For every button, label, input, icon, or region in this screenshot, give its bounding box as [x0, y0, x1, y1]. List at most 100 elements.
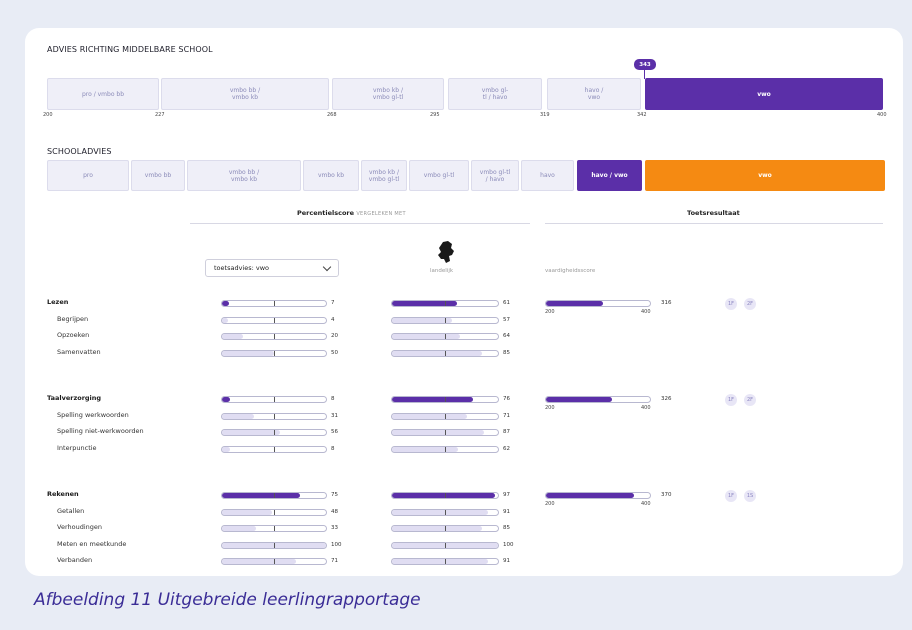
subskill-value-toetsadvies: 8 [331, 445, 335, 452]
netherlands-map-icon [438, 241, 454, 263]
median-marker [445, 301, 446, 306]
school-advice-segment: havo [521, 160, 574, 191]
percentile-fill [222, 559, 296, 564]
median-marker [274, 317, 275, 323]
percentile-fill [222, 350, 274, 356]
group-value-toetsadvies: 75 [331, 492, 338, 498]
percentile-header-title: Percentielscore [297, 209, 355, 217]
percentile-fill [222, 397, 231, 402]
skill-score-bar [545, 492, 651, 499]
subskill-value-toetsadvies: 56 [331, 429, 338, 435]
advice-segment: vmbo bb / vmbo kb [161, 78, 329, 110]
percentile-fill [222, 493, 300, 498]
group-bar-toetsadvies [221, 492, 327, 499]
subskill-bar-landelijk [391, 558, 499, 565]
median-marker [274, 413, 275, 419]
subskill-value-landelijk: 100 [503, 541, 514, 548]
comparison-dropdown[interactable]: toetsadvies: vwo [205, 259, 339, 277]
group-bar-landelijk [391, 396, 499, 403]
subskill-value-landelijk: 85 [503, 349, 510, 356]
level-badge: 1F [725, 394, 737, 406]
chevron-down-icon [322, 262, 332, 271]
level-badge: 2F [744, 298, 756, 310]
percentile-fill [392, 559, 489, 564]
percentile-fill [392, 509, 489, 515]
advice-segment: vwo [645, 78, 883, 110]
scale-tick-label: 268 [327, 112, 337, 118]
group-value-toetsadvies: 8 [331, 396, 335, 402]
median-marker [445, 559, 446, 564]
subskill-value-landelijk: 62 [503, 445, 510, 452]
subskill-value-landelijk: 57 [503, 316, 510, 323]
group-bar-landelijk [391, 300, 499, 307]
median-marker [445, 493, 446, 498]
school-advice-segment: vmbo bb [131, 160, 185, 191]
subskill-bar-toetsadvies [221, 412, 327, 420]
skill-score-fill [546, 397, 612, 402]
percentile-fill [222, 301, 230, 306]
percentile-fill [392, 493, 495, 498]
school-advice-segment: vmbo gl-tl / havo [471, 160, 519, 191]
subskill-label: Opzoeken [57, 331, 90, 339]
percentile-underline [190, 223, 530, 224]
median-marker [274, 493, 275, 498]
subskill-label: Spelling werkwoorden [57, 410, 129, 419]
school-advice-segment: pro [47, 160, 129, 191]
subskill-value-toetsadvies: 20 [331, 333, 338, 339]
subskill-bar-landelijk [391, 525, 499, 532]
subskill-bar-toetsadvies [221, 508, 327, 516]
group-title: Taalverzorging [47, 394, 102, 402]
median-marker [274, 350, 275, 356]
skill-score-max: 400 [641, 501, 651, 507]
percentile-fill [222, 317, 229, 323]
advice-segment: pro / vmbo bb [47, 78, 159, 110]
percentile-fill [222, 413, 255, 419]
figure-caption: Afbeelding 11 Uitgebreide leerlingrappor… [34, 590, 421, 610]
subskill-value-landelijk: 91 [503, 558, 510, 564]
level-badge: 1F [725, 490, 737, 502]
median-marker [274, 542, 275, 548]
scale-tick-label: 342 [637, 112, 647, 118]
group-bar-toetsadvies [221, 300, 327, 307]
percentile-fill [392, 397, 473, 402]
median-marker [445, 413, 446, 419]
subskill-value-landelijk: 64 [503, 333, 510, 339]
percentile-fill [222, 509, 272, 515]
advice-segment: havo / vwo [547, 78, 641, 110]
median-marker [445, 509, 446, 515]
subskill-bar-toetsadvies [221, 558, 327, 565]
section-title-advies: ADVIES RICHTING MIDDELBARE SCHOOL [47, 45, 213, 54]
subskill-bar-toetsadvies [221, 445, 327, 453]
median-marker [274, 559, 275, 564]
median-marker [445, 317, 446, 323]
median-marker [445, 446, 446, 452]
skill-score-value: 370 [661, 492, 672, 498]
subskill-bar-landelijk [391, 333, 499, 340]
median-marker [445, 430, 446, 435]
subskill-value-toetsadvies: 50 [331, 349, 338, 356]
percentile-fill [222, 446, 231, 452]
median-marker [445, 397, 446, 402]
percentile-fill [392, 430, 485, 435]
dropdown-value: toetsadvies: vwo [214, 264, 270, 272]
subskill-value-toetsadvies: 100 [331, 541, 342, 548]
subskill-label: Meten en meetkunde [57, 539, 127, 548]
percentile-fill [222, 430, 281, 435]
scale-tick-label: 400 [877, 112, 887, 118]
scale-tick-label: 295 [430, 112, 440, 118]
level-badge: 1F [725, 298, 737, 310]
percentile-fill [392, 526, 483, 531]
subskill-value-toetsadvies: 31 [331, 412, 338, 419]
subskill-bar-landelijk [391, 429, 499, 436]
school-advice-segment: vmbo kb [303, 160, 359, 191]
median-marker [274, 301, 275, 306]
median-marker [274, 509, 275, 515]
school-advice-segment: vmbo kb / vmbo gl-tl [361, 160, 407, 191]
subskill-label: Begrijpen [57, 314, 89, 323]
median-marker [445, 526, 446, 531]
vaardigheid-label: vaardigheidsscore [545, 268, 596, 274]
median-marker [274, 397, 275, 402]
skill-score-max: 400 [641, 309, 651, 315]
subskill-label: Getallen [57, 506, 85, 515]
subskill-value-toetsadvies: 48 [331, 508, 338, 515]
